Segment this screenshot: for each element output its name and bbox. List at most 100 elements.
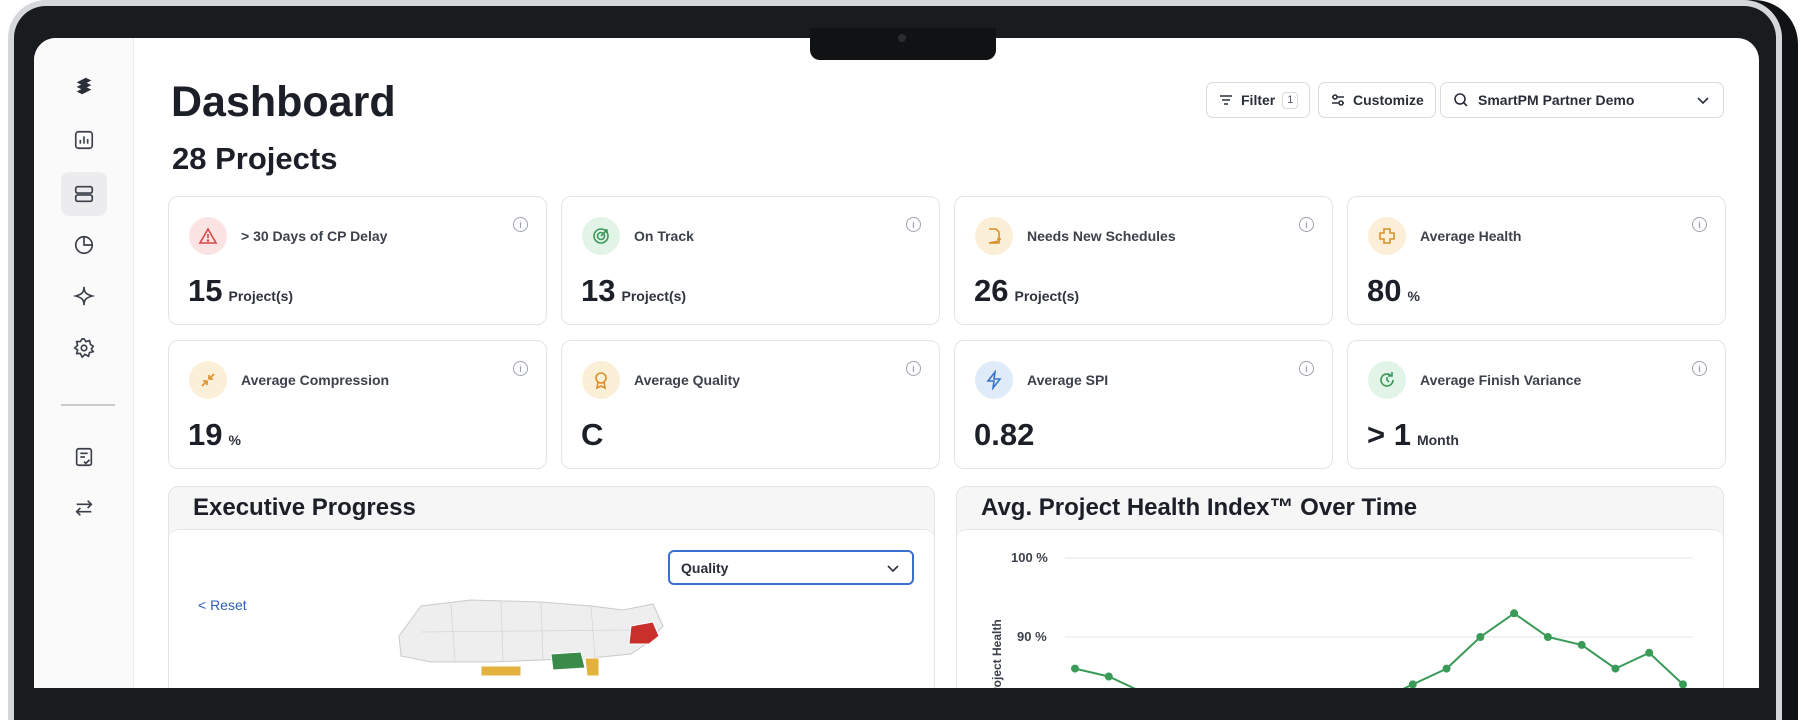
info-icon[interactable]: i (1299, 217, 1314, 232)
health-line (1074, 612, 1684, 688)
kpi-value: 80 (1367, 273, 1402, 308)
kpi-value: 19 (188, 417, 223, 452)
kpi-value: > 1 (1367, 417, 1411, 452)
swap-arrows-icon[interactable] (61, 486, 107, 530)
kpi-label: Average Compression (241, 372, 390, 388)
gear-icon[interactable] (61, 326, 107, 370)
info-icon[interactable]: i (1692, 361, 1707, 376)
document-plus-icon (975, 217, 1013, 255)
executive-progress-panel: Executive Progress Quality < Reset (168, 486, 935, 688)
refresh-clock-icon (1368, 361, 1406, 399)
kpi-value-row: 0.82 (974, 417, 1040, 453)
info-icon[interactable]: i (1692, 217, 1707, 232)
health-point[interactable] (1510, 609, 1519, 618)
kpi-label: On Track (634, 228, 694, 244)
kpi-card-finish-variance[interactable]: Average Finish Variance i > 1 Month (1347, 340, 1726, 469)
us-map[interactable] (391, 596, 701, 688)
kpi-unit: % (228, 432, 241, 448)
executive-progress-body: Quality < Reset (169, 529, 934, 688)
kpi-unit: Project(s) (228, 288, 294, 304)
y-tick-label: 90 % (1017, 629, 1047, 644)
compress-arrows-icon (189, 361, 227, 399)
customize-button[interactable]: Customize (1318, 82, 1436, 118)
project-select[interactable]: SmartPM Partner Demo (1440, 82, 1724, 118)
kpi-card-on-track[interactable]: On Track i 13 Project(s) (561, 196, 940, 325)
sidebar (34, 38, 134, 688)
kpi-value: 26 (974, 273, 1009, 308)
kpi-value-row: 19% (188, 417, 241, 453)
search-icon (1454, 93, 1468, 107)
map-state-ny (628, 621, 660, 645)
kpi-label: Average Finish Variance (1420, 372, 1582, 388)
health-point[interactable] (1104, 672, 1113, 681)
map-state-kansas (480, 665, 522, 677)
project-select-value: SmartPM Partner Demo (1478, 92, 1635, 108)
app-screen: Dashboard 28 Projects Filter 1 Customize… (34, 38, 1759, 688)
map-state-iowa (550, 651, 586, 671)
health-point[interactable] (1476, 633, 1485, 641)
server-stack-icon[interactable] (61, 172, 107, 216)
info-icon[interactable]: i (1299, 361, 1314, 376)
info-icon[interactable]: i (906, 217, 921, 232)
health-point[interactable] (1071, 664, 1079, 673)
kpi-card-average-spi[interactable]: Average SPI i 0.82 (954, 340, 1333, 469)
kpi-label: > 30 Days of CP Delay (241, 228, 388, 244)
y-tick-label: 100 % (1011, 550, 1048, 565)
camera-icon (898, 34, 906, 42)
filter-button[interactable]: Filter 1 (1206, 82, 1311, 118)
kpi-value: C (581, 417, 604, 452)
logo-icon[interactable] (61, 64, 107, 108)
warning-triangle-icon (189, 217, 227, 255)
kpi-unit: Project(s) (1014, 288, 1080, 304)
metric-select[interactable]: Quality (668, 550, 914, 585)
executive-progress-title: Executive Progress (193, 494, 416, 521)
kpi-value-row: 13 Project(s) (581, 273, 686, 309)
bar-chart-icon[interactable] (61, 118, 107, 162)
camera-notch (810, 28, 996, 60)
kpi-card-average-quality[interactable]: Average Quality i C (561, 340, 940, 469)
kpi-card-average-health[interactable]: Average Health i 80% (1347, 196, 1726, 325)
sidebar-divider (61, 404, 115, 406)
page-title: Dashboard (171, 78, 396, 126)
health-chart-body: 100 % 90 % Project Health (957, 529, 1723, 688)
y-axis-label: Project Health (990, 619, 1004, 688)
info-icon[interactable]: i (906, 361, 921, 376)
health-point[interactable] (1442, 664, 1451, 673)
health-point[interactable] (1611, 664, 1620, 673)
kpi-label: Needs New Schedules (1027, 228, 1176, 244)
kpi-value: 15 (188, 273, 223, 308)
kpi-unit: % (1407, 288, 1420, 304)
kpi-value: 0.82 (974, 417, 1035, 452)
kpi-card-cp-delay[interactable]: > 30 Days of CP Delay i 15 Project(s) (168, 196, 547, 325)
filter-count-badge: 1 (1282, 91, 1299, 109)
chevron-down-icon (1697, 97, 1709, 105)
info-icon[interactable]: i (513, 217, 528, 232)
metric-select-value: Quality (681, 559, 729, 576)
reset-link[interactable]: < Reset (198, 597, 247, 613)
sparkle-icon[interactable] (61, 274, 107, 318)
health-series (1071, 609, 1687, 688)
filter-label: Filter (1241, 92, 1276, 108)
health-point[interactable] (1577, 640, 1586, 649)
health-chart-title: Avg. Project Health Index™ Over Time (981, 494, 1418, 521)
kpi-card-average-compression[interactable]: Average Compression i 19% (168, 340, 547, 469)
chevron-down-icon (887, 564, 899, 572)
kpi-value-row: 80% (1367, 273, 1420, 309)
health-line-chart[interactable]: 100 % 90 % Project Health (957, 530, 1725, 688)
kpi-label: Average Health (1420, 228, 1522, 244)
health-point[interactable] (1645, 648, 1654, 657)
target-icon (582, 217, 620, 255)
health-cross-icon (1368, 217, 1406, 255)
main-content: Dashboard 28 Projects Filter 1 Customize… (134, 38, 1759, 688)
health-point[interactable] (1408, 680, 1417, 688)
pie-chart-icon[interactable] (61, 223, 107, 267)
health-chart-panel: Avg. Project Health Index™ Over Time 100… (956, 486, 1724, 688)
checklist-icon[interactable] (61, 435, 107, 479)
customize-label: Customize (1353, 92, 1424, 108)
info-icon[interactable]: i (513, 361, 528, 376)
filter-icon (1220, 95, 1232, 105)
sliders-icon (1332, 94, 1344, 106)
health-point[interactable] (1543, 633, 1552, 641)
kpi-unit: Month (1416, 432, 1459, 448)
kpi-card-new-schedules[interactable]: Needs New Schedules i 26 Project(s) (954, 196, 1333, 325)
